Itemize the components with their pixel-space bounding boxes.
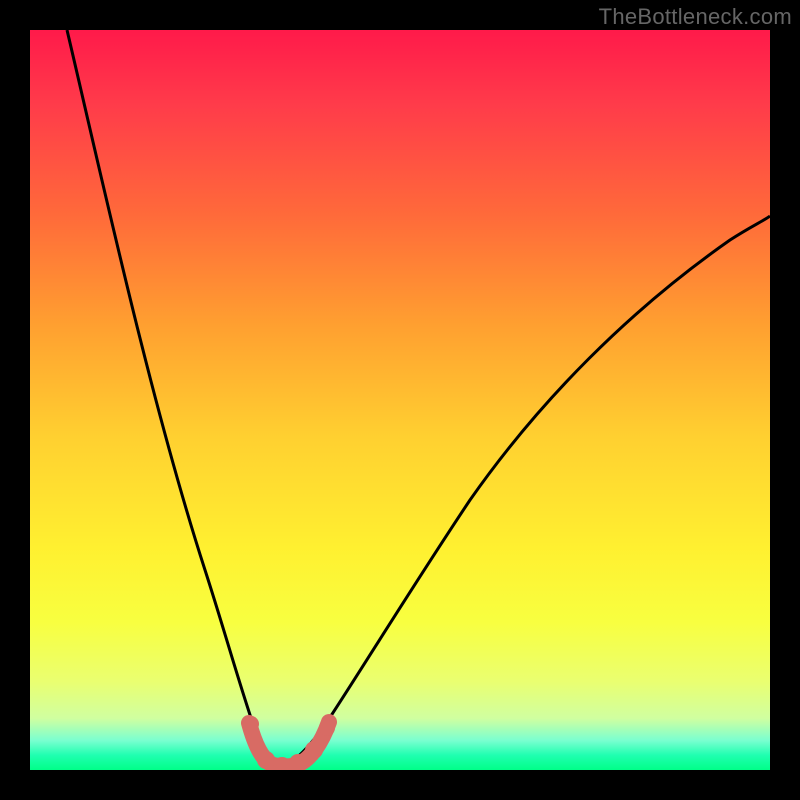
- chart-plot-area: [30, 30, 770, 770]
- watermark-text: TheBottleneck.com: [599, 4, 792, 30]
- curve-left: [67, 30, 273, 767]
- highlight-dot: [305, 741, 323, 759]
- bottleneck-curve: [30, 30, 770, 770]
- chart-frame: TheBottleneck.com: [0, 0, 800, 800]
- highlight-dot: [319, 720, 335, 736]
- curve-right: [273, 216, 770, 767]
- highlight-dot: [257, 751, 275, 769]
- highlight-dot: [243, 716, 259, 732]
